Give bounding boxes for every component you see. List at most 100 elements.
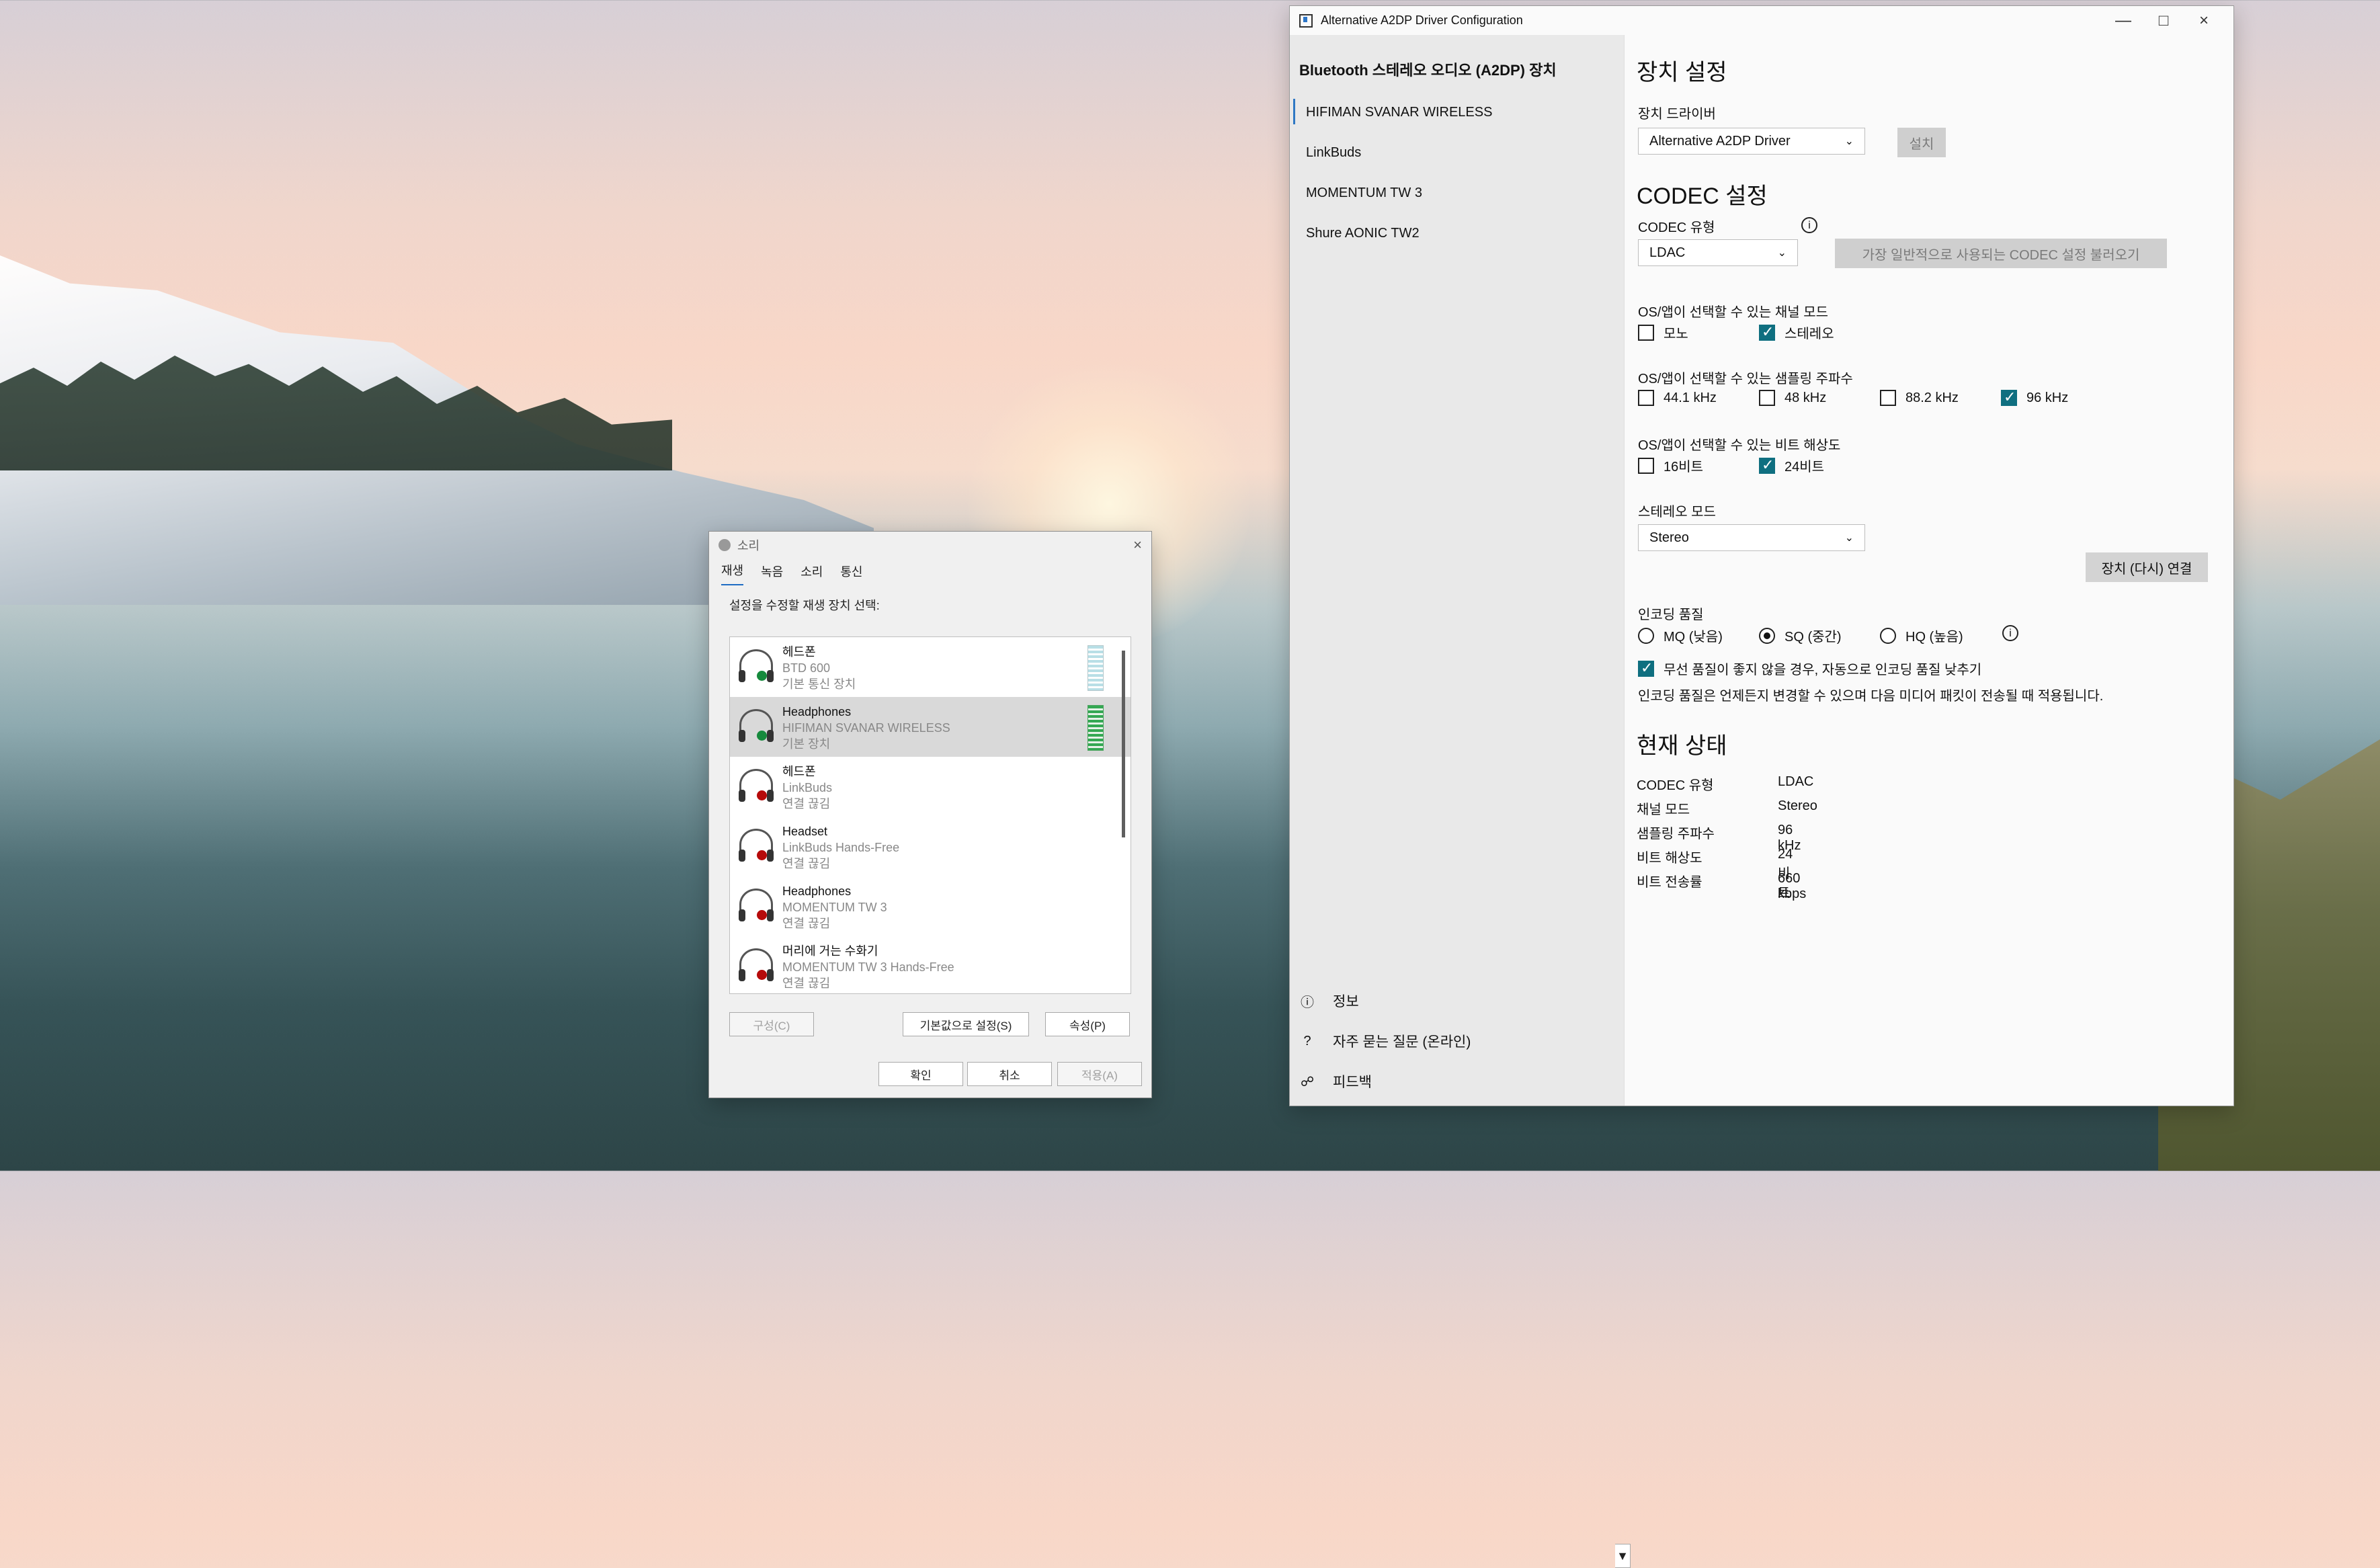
checkbox[interactable]	[1638, 457, 1654, 474]
device-name: Headphones	[782, 705, 852, 718]
sidebar-item-linkbuds[interactable]: LinkBuds	[1306, 145, 1361, 161]
info-icon[interactable]: i	[1801, 217, 1817, 233]
headphones-icon	[739, 649, 774, 682]
sampling-48-row[interactable]: 48 kHz	[1759, 390, 1826, 406]
apply-button[interactable]: 적용(A)	[1057, 1062, 1142, 1086]
bit-24-row[interactable]: 24비트	[1759, 456, 1824, 475]
headphones-icon	[739, 769, 774, 802]
tab-recording[interactable]: 녹음	[761, 563, 783, 585]
sidebar: Bluetooth 스테레오 오디오 (A2DP) 장치 HIFIMAN SVA…	[1290, 35, 1625, 1106]
sampling-96-row[interactable]: 96 kHz	[2001, 390, 2068, 406]
device-row[interactable]: 헤드폰 LinkBuds 연결 끊김	[730, 757, 1131, 817]
mq-radio-row[interactable]: MQ (낮음)	[1638, 626, 1723, 645]
stereo-mode-select[interactable]: Stereo ⌄	[1638, 524, 1865, 551]
device-status-text: 연결 끊김	[782, 977, 831, 990]
window-title: Alternative A2DP Driver Configuration	[1321, 13, 1523, 27]
footer-feedback[interactable]: ☍ 피드백	[1301, 1071, 1372, 1091]
radio[interactable]	[1880, 627, 1896, 644]
maximize-icon[interactable]: □	[2143, 11, 2184, 30]
footer-info[interactable]: ⓘ 정보	[1301, 991, 1359, 1011]
device-subtitle: BTD 600	[782, 661, 831, 675]
install-button[interactable]: 설치	[1897, 128, 1946, 157]
footer-faq[interactable]: ? 자주 묻는 질문 (온라인)	[1301, 1031, 1471, 1051]
sound-tabs: 재생 녹음 소리 통신	[709, 559, 1151, 585]
sampling-441-label: 44.1 kHz	[1664, 390, 1717, 405]
close-icon[interactable]: ×	[2184, 11, 2224, 30]
status-badge	[757, 790, 767, 800]
sampling-882-row[interactable]: 88.2 kHz	[1880, 390, 1959, 406]
bit-16-label: 16비트	[1664, 460, 1704, 474]
auto-lower-row[interactable]: 무선 품질이 좋지 않을 경우, 자동으로 인코딩 품질 낮추기	[1638, 659, 1981, 678]
device-row[interactable]: 머리에 거는 수화기 MOMENTUM TW 3 Hands-Free 연결 끊…	[730, 936, 1131, 993]
sidebar-item-shure[interactable]: Shure AONIC TW2	[1306, 226, 1420, 241]
headphones-icon	[739, 709, 774, 742]
scrollbar[interactable]	[1122, 651, 1125, 837]
tab-communications[interactable]: 통신	[840, 563, 862, 585]
device-row-selected[interactable]: Headphones HIFIMAN SVANAR WIRELESS 기본 장치	[730, 697, 1131, 757]
checkbox[interactable]	[1759, 390, 1775, 406]
mq-label: MQ (낮음)	[1664, 630, 1723, 645]
radio[interactable]	[1638, 627, 1654, 644]
checkbox[interactable]	[1759, 457, 1775, 474]
status-value: Stereo	[1778, 798, 1817, 813]
checkbox[interactable]	[1759, 324, 1775, 341]
chevron-down-icon: ⌄	[1777, 247, 1787, 259]
stereo-mode-value: Stereo	[1649, 530, 1689, 545]
bit-16-row[interactable]: 16비트	[1638, 456, 1703, 475]
cancel-button[interactable]: 취소	[967, 1062, 1052, 1086]
device-row[interactable]: Headset LinkBuds Hands-Free 연결 끊김	[730, 817, 1131, 876]
driver-label: 장치 드라이버	[1638, 107, 1716, 122]
configure-button[interactable]: 구성(C)	[729, 1012, 814, 1036]
checkbox[interactable]	[2001, 390, 2017, 406]
footer-info-label: 정보	[1333, 994, 1359, 1009]
close-icon[interactable]: ×	[1133, 536, 1142, 554]
sidebar-item-momentum[interactable]: MOMENTUM TW 3	[1306, 185, 1422, 201]
hq-radio-row[interactable]: HQ (높음)	[1880, 626, 1963, 645]
stereo-checkbox-row[interactable]: 스테레오	[1759, 323, 1834, 342]
device-subtitle: MOMENTUM TW 3 Hands-Free	[782, 960, 954, 974]
status-badge	[757, 671, 767, 681]
reconnect-button[interactable]: 장치 (다시) 연결	[2086, 552, 2208, 582]
device-name: 헤드폰	[782, 645, 816, 659]
tab-playback[interactable]: 재생	[721, 561, 744, 585]
driver-value: Alternative A2DP Driver	[1649, 133, 1791, 149]
info-icon[interactable]: i	[2002, 625, 2018, 641]
chevron-down-icon[interactable]: ▼	[1615, 1544, 1631, 1568]
ok-button[interactable]: 확인	[878, 1062, 963, 1086]
status-channel-row: 채널 모드 Stereo	[1637, 798, 1817, 818]
sq-radio-row[interactable]: SQ (중간)	[1759, 626, 1842, 645]
mono-checkbox-row[interactable]: 모노	[1638, 323, 1688, 342]
device-status-text: 연결 끊김	[782, 857, 831, 870]
device-list[interactable]: 헤드폰 BTD 600 기본 통신 장치 Headphones HIFIMAN …	[729, 636, 1131, 994]
footer-faq-label: 자주 묻는 질문 (온라인)	[1333, 1034, 1471, 1050]
sound-titlebar: 소리 ×	[709, 532, 1151, 559]
feedback-icon: ☍	[1301, 1074, 1315, 1089]
current-status-title: 현재 상태	[1637, 733, 1727, 759]
status-label: CODEC 유형	[1637, 778, 1714, 793]
chevron-down-icon: ⌄	[1844, 532, 1854, 544]
status-label: 샘플링 주파수	[1637, 827, 1715, 841]
driver-select[interactable]: Alternative A2DP Driver ⌄	[1638, 128, 1865, 155]
codec-settings-title: CODEC 설정	[1637, 183, 1768, 209]
minimize-icon[interactable]: —	[2103, 11, 2143, 30]
codec-select[interactable]: LDAC ⌄	[1638, 239, 1798, 266]
checkbox[interactable]	[1638, 390, 1654, 406]
sidebar-item-hifiman[interactable]: HIFIMAN SVANAR WIRELESS	[1306, 105, 1492, 120]
device-row[interactable]: Headphones MOMENTUM TW 3 연결 끊김	[730, 876, 1131, 936]
device-status-text: 연결 끊김	[782, 917, 831, 930]
checkbox[interactable]	[1880, 390, 1896, 406]
auto-lower-label: 무선 품질이 좋지 않을 경우, 자동으로 인코딩 품질 낮추기	[1664, 663, 1982, 677]
properties-button[interactable]: 속성(P)	[1045, 1012, 1130, 1036]
device-subtitle: LinkBuds Hands-Free	[782, 841, 900, 854]
encoding-note: 인코딩 품질은 언제든지 변경할 수 있으며 다음 미디어 패킷이 전송될 때 …	[1638, 689, 2104, 704]
checkbox[interactable]	[1638, 324, 1654, 341]
device-subtitle: LinkBuds	[782, 781, 833, 794]
sampling-882-label: 88.2 kHz	[1905, 390, 1959, 405]
radio[interactable]	[1759, 627, 1775, 644]
device-row[interactable]: 헤드폰 BTD 600 기본 통신 장치	[730, 637, 1131, 697]
sampling-441-row[interactable]: 44.1 kHz	[1638, 390, 1717, 406]
checkbox[interactable]	[1638, 660, 1654, 677]
load-common-codec-button[interactable]: 가장 일반적으로 사용되는 CODEC 설정 불러오기	[1835, 239, 2167, 268]
set-default-button[interactable]: 기본값으로 설정(S)	[903, 1012, 1029, 1036]
tab-sounds[interactable]: 소리	[801, 563, 823, 585]
